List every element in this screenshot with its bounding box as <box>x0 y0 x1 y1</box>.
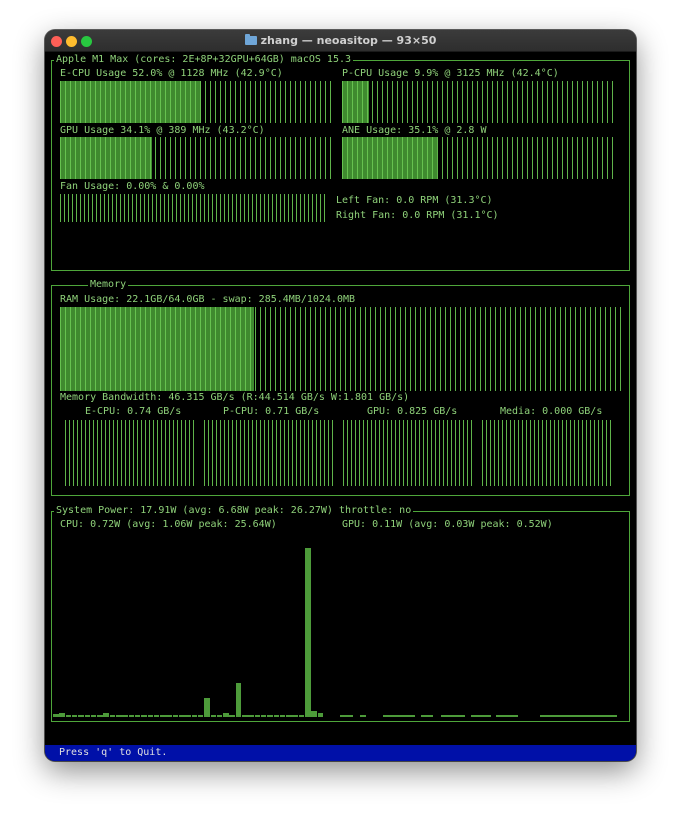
power-history-bar <box>204 697 210 717</box>
ecpu-usage-label: E-CPU Usage 52.0% @ 1128 MHz (42.9°C) <box>60 68 283 79</box>
fan-usage-label: Fan Usage: 0.00% & 0.00% <box>60 181 205 192</box>
gpu-bandwidth-label: GPU: 0.825 GB/s <box>367 406 458 417</box>
power-history-baseline <box>540 715 617 717</box>
power-history-bar <box>78 714 84 717</box>
power-history-bar <box>311 711 317 717</box>
power-history-baseline <box>360 715 366 717</box>
power-history-bar <box>317 712 324 717</box>
memory-bandwidth-label: Memory Bandwidth: 46.315 GB/s (R:44.514 … <box>60 392 410 403</box>
power-history-bar <box>185 714 191 717</box>
power-history-bar <box>172 714 179 717</box>
gpu-usage-gauge <box>60 137 331 179</box>
window-title: zhang — neoasitop — 93×50 <box>45 34 636 47</box>
power-history-bar <box>223 712 229 717</box>
pcpu-bandwidth-sparkline <box>204 420 333 486</box>
power-history-bar <box>166 714 172 717</box>
power-history-bar <box>191 714 198 717</box>
media-bandwidth-label: Media: 0.000 GB/s <box>500 406 603 417</box>
power-history-bar <box>210 714 216 717</box>
ram-usage-gauge <box>60 307 621 391</box>
status-bar: Press 'q' to Quit. <box>45 745 636 761</box>
right-fan-label: Right Fan: 0.0 RPM (31.1°C) <box>336 210 499 221</box>
power-history-bar <box>90 714 97 717</box>
power-history-bar <box>248 714 254 717</box>
ecpu-bandwidth-label: E-CPU: 0.74 GB/s <box>85 406 182 417</box>
power-history-bar <box>65 714 72 717</box>
power-history-bar <box>279 714 286 717</box>
power-history-bar <box>229 714 235 717</box>
power-history-baseline <box>421 715 433 717</box>
folder-icon <box>244 34 257 45</box>
ane-usage-fill <box>342 137 438 179</box>
terminal-window: zhang — neoasitop — 93×50 Apple M1 Max (… <box>45 30 636 761</box>
power-history-baseline <box>496 715 518 717</box>
power-history-bar <box>122 714 128 717</box>
power-history-baseline <box>471 715 491 717</box>
power-history-bar <box>128 714 135 717</box>
power-history-bar <box>242 714 248 717</box>
power-history-bar <box>267 714 273 717</box>
power-history-bar <box>292 714 298 717</box>
power-history-bar <box>235 682 242 717</box>
power-history-bar <box>84 714 90 717</box>
ane-usage-label: ANE Usage: 35.1% @ 2.8 W <box>342 125 487 136</box>
power-history-bar <box>71 714 78 717</box>
power-history-bar <box>216 714 223 717</box>
ecpu-bandwidth-sparkline <box>65 420 194 486</box>
processor-header: Apple M1 Max (cores: 2E+8P+32GPU+64GB) m… <box>54 54 354 66</box>
ane-usage-gauge <box>342 137 614 179</box>
power-history-bar <box>298 714 305 717</box>
power-history-bar <box>116 714 122 717</box>
ram-usage-label: RAM Usage: 22.1GB/64.0GB - swap: 285.4MB… <box>60 294 356 305</box>
power-history-bar <box>254 714 261 717</box>
power-history-baseline <box>441 715 465 717</box>
fan-usage-sparkline <box>60 194 327 222</box>
ecpu-usage-fill <box>60 81 201 123</box>
power-history-bar <box>53 714 59 717</box>
gpu-usage-fill <box>60 137 153 179</box>
power-history-bar <box>59 712 65 717</box>
quit-hint: Press 'q' to Quit. <box>59 747 168 758</box>
power-history-chart <box>53 530 617 717</box>
window-title-text: zhang — neoasitop — 93×50 <box>260 34 437 47</box>
power-history-bar <box>103 713 109 717</box>
power-history-bar <box>153 714 160 717</box>
media-bandwidth-sparkline <box>482 420 611 486</box>
gpu-bandwidth-sparkline <box>343 420 472 486</box>
power-history-bar <box>141 714 147 717</box>
power-history-bar <box>286 714 292 717</box>
power-history-bar <box>179 714 185 717</box>
power-history-bar <box>305 547 311 717</box>
power-history-bar <box>160 714 166 717</box>
pcpu-usage-fill <box>342 81 369 123</box>
power-history-bar <box>147 714 153 717</box>
gpu-usage-label: GPU Usage 34.1% @ 389 MHz (43.2°C) <box>60 125 265 136</box>
ecpu-usage-gauge <box>60 81 331 123</box>
pcpu-bandwidth-label: P-CPU: 0.71 GB/s <box>223 406 320 417</box>
power-history-bar <box>97 714 103 717</box>
power-history-bar <box>260 714 267 717</box>
title-bar: zhang — neoasitop — 93×50 <box>45 30 636 52</box>
power-history-bar <box>197 714 204 717</box>
power-history-bar <box>134 714 141 717</box>
memory-title: Memory <box>88 279 129 291</box>
pcpu-usage-label: P-CPU Usage 9.9% @ 3125 MHz (42.4°C) <box>342 68 559 79</box>
power-history-baseline <box>383 715 415 717</box>
power-history-baseline <box>340 715 353 717</box>
pcpu-usage-gauge <box>342 81 614 123</box>
power-history-bar <box>109 714 116 717</box>
system-power-header: System Power: 17.91W (avg: 6.68W peak: 2… <box>54 505 414 517</box>
ram-usage-fill <box>60 307 254 391</box>
left-fan-label: Left Fan: 0.0 RPM (31.3°C) <box>336 195 493 206</box>
power-history-bar <box>273 714 279 717</box>
